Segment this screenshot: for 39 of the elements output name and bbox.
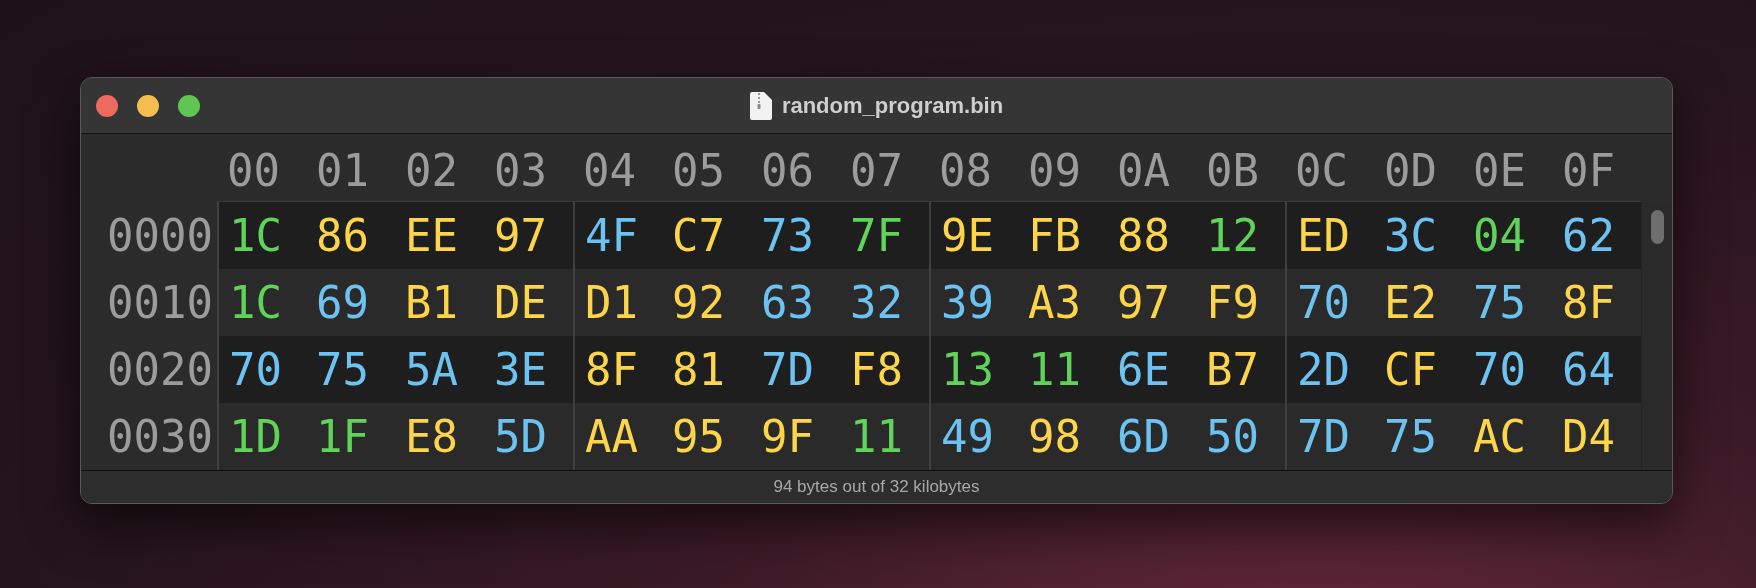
hex-byte: 81 — [662, 336, 751, 403]
hex-byte: 88 — [1107, 202, 1196, 269]
minimize-button[interactable] — [137, 94, 159, 117]
hex-byte: 97 — [484, 202, 573, 269]
scrollbar-thumb[interactable] — [1651, 210, 1664, 244]
hex-byte: C7 — [662, 202, 751, 269]
hex-byte: ED — [1285, 202, 1374, 269]
hex-byte: FB — [1018, 202, 1107, 269]
hex-byte: 70 — [1463, 336, 1552, 403]
hex-byte: EE — [395, 202, 484, 269]
hex-byte: 11 — [1018, 336, 1107, 403]
hex-byte: 9E — [929, 202, 1018, 269]
hex-byte: 5A — [395, 336, 484, 403]
hex-byte: 62 — [1552, 202, 1641, 269]
hex-byte: B7 — [1196, 336, 1285, 403]
hex-byte: CF — [1374, 336, 1463, 403]
hex-byte: 86 — [306, 202, 395, 269]
hex-byte: 8F — [573, 336, 662, 403]
hex-byte: 3C — [1374, 202, 1463, 269]
hex-byte: 7D — [751, 336, 840, 403]
hex-byte: 1C — [217, 202, 306, 269]
close-button[interactable] — [96, 94, 118, 117]
hex-byte: 04 — [1463, 202, 1552, 269]
hex-byte: 70 — [217, 336, 306, 403]
hex-byte: F8 — [840, 336, 929, 403]
hex-byte: 3E — [484, 336, 573, 403]
hex-byte: 13 — [929, 336, 1018, 403]
hex-byte: 73 — [751, 202, 840, 269]
hex-byte: 6E — [1107, 336, 1196, 403]
hex-byte: 2D — [1285, 336, 1374, 403]
status-text: 94 bytes out of 32 kilobytes — [773, 477, 980, 497]
zoom-button[interactable] — [178, 94, 200, 117]
window-title: random_program.bin — [781, 92, 1004, 119]
hex-byte: 4F — [573, 202, 662, 269]
hex-byte: 64 — [1552, 336, 1641, 403]
file-icon — [749, 91, 772, 120]
hex-byte: 12 — [1196, 202, 1285, 269]
hex-byte: 75 — [306, 336, 395, 403]
hex-byte: 7F — [840, 202, 929, 269]
